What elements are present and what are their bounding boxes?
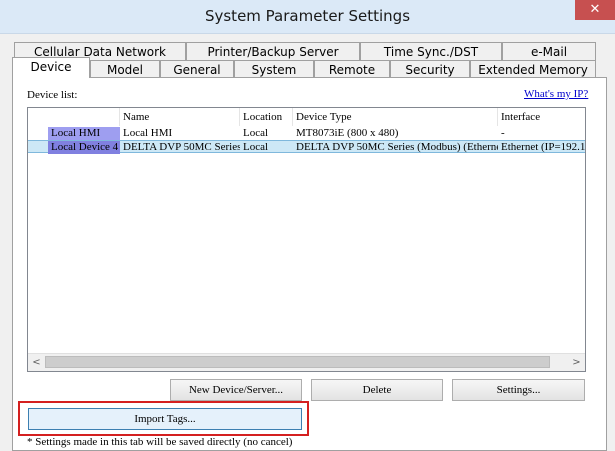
column-header-interface[interactable]: Interface: [498, 108, 585, 126]
column-header-device-type[interactable]: Device Type: [293, 108, 498, 126]
tab-time-sync-dst[interactable]: Time Sync./DST: [360, 42, 502, 60]
table-row[interactable]: Local HMI Local HMI Local MT8073iE (800 …: [28, 127, 585, 140]
scroll-thumb[interactable]: [45, 356, 550, 368]
title-bar: System Parameter Settings ✕: [0, 0, 615, 34]
column-header-name[interactable]: Name: [120, 108, 240, 126]
import-tags-button[interactable]: Import Tags...: [28, 408, 302, 430]
tab-extended-memory[interactable]: Extended Memory: [470, 60, 596, 78]
tab-general[interactable]: General: [160, 60, 234, 78]
tab-security[interactable]: Security: [390, 60, 470, 78]
column-header-label[interactable]: [28, 108, 120, 126]
new-device-server-button[interactable]: New Device/Server...: [170, 379, 302, 401]
device-list-label: Device list:: [27, 89, 78, 101]
row-label: Local HMI: [48, 127, 120, 140]
horizontal-scrollbar[interactable]: < >: [28, 353, 585, 371]
delete-button[interactable]: Delete: [311, 379, 443, 401]
column-header-location[interactable]: Location: [240, 108, 293, 126]
tab-remote[interactable]: Remote: [314, 60, 390, 78]
row-location: Local: [243, 141, 269, 153]
tab-device[interactable]: Device: [12, 57, 90, 78]
row-device-type: DELTA DVP 50MC Series (Modbus) (Ethernet…: [296, 141, 498, 153]
settings-note: * Settings made in this tab will be save…: [27, 436, 293, 448]
scroll-left-icon[interactable]: <: [28, 354, 45, 371]
tab-printer-backup-server[interactable]: Printer/Backup Server: [186, 42, 360, 60]
tab-model[interactable]: Model: [90, 60, 160, 78]
table-row-selected[interactable]: Local Device 4 DELTA DVP 50MC Series Loc…: [28, 140, 585, 154]
whats-my-ip-link[interactable]: What's my IP?: [524, 88, 588, 100]
row-location: Local: [243, 127, 269, 139]
device-list[interactable]: Name Location Device Type Interface Loca…: [27, 107, 586, 372]
row-device-type: MT8073iE (800 x 480): [296, 127, 399, 139]
row-name: DELTA DVP 50MC Series: [123, 141, 240, 153]
close-button[interactable]: ✕: [575, 0, 615, 20]
tab-e-mail[interactable]: e-Mail: [502, 42, 596, 60]
row-label: Local Device 4: [48, 141, 120, 154]
row-name: Local HMI: [123, 127, 173, 139]
tab-system[interactable]: System: [234, 60, 314, 78]
scroll-right-icon[interactable]: >: [568, 354, 585, 371]
settings-button[interactable]: Settings...: [452, 379, 585, 401]
row-interface: Ethernet (IP=192.168: [501, 141, 585, 153]
row-interface: -: [501, 127, 505, 139]
window-title: System Parameter Settings: [204, 7, 411, 25]
